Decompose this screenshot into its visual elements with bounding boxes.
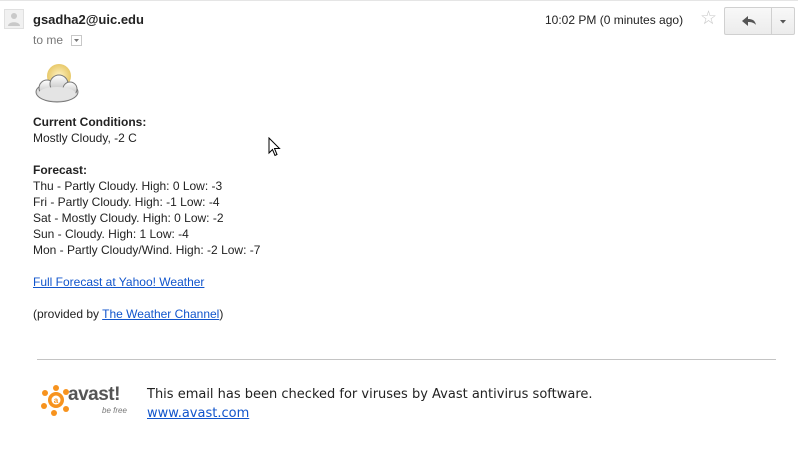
cloudy-weather-icon <box>35 64 79 103</box>
sender-name[interactable]: gsadha2@uic.edu <box>33 12 144 27</box>
forecast-line: Mon - Partly Cloudy/Wind. High: -2 Low: … <box>33 243 261 257</box>
recipient-label: to me <box>33 33 64 47</box>
current-conditions-heading: Current Conditions: <box>33 115 147 129</box>
reply-icon <box>742 16 756 26</box>
mouse-cursor <box>268 137 281 157</box>
email-timestamp: 10:02 PM (0 minutes ago) <box>545 13 684 27</box>
chevron-down-icon <box>74 39 79 42</box>
sender-avatar[interactable] <box>4 9 24 29</box>
svg-text:a: a <box>54 396 59 405</box>
more-options-button[interactable] <box>771 7 795 35</box>
star-icon[interactable]: ☆ <box>700 9 717 28</box>
avast-website-link[interactable]: www.avast.com <box>147 406 249 421</box>
reply-button[interactable] <box>724 7 772 35</box>
provided-suffix: ) <box>219 307 224 321</box>
recipient-details-dropdown[interactable] <box>71 35 82 46</box>
chevron-down-icon <box>780 20 786 24</box>
forecast-heading: Forecast: <box>33 163 88 177</box>
signature-divider <box>37 359 776 360</box>
weather-channel-link[interactable]: The Weather Channel <box>102 307 219 321</box>
forecast-line: Sat - Mostly Cloudy. High: 0 Low: -2 <box>33 211 224 225</box>
top-divider <box>0 0 798 1</box>
forecast-line: Sun - Cloudy. High: 1 Low: -4 <box>33 227 189 241</box>
current-conditions-value: Mostly Cloudy, -2 C <box>33 131 137 145</box>
person-icon <box>8 13 20 26</box>
antivirus-message: This email has been checked for viruses … <box>147 387 593 402</box>
avast-wordmark: avast! <box>68 384 120 405</box>
forecast-line: Thu - Partly Cloudy. High: 0 Low: -3 <box>33 179 223 193</box>
avast-tagline: be free <box>102 406 127 415</box>
provided-by-line: (provided by The Weather Channel) <box>33 307 223 321</box>
provided-prefix: (provided by <box>33 307 103 321</box>
full-forecast-link[interactable]: Full Forecast at Yahoo! Weather <box>33 275 204 289</box>
forecast-line: Fri - Partly Cloudy. High: -1 Low: -4 <box>33 195 220 209</box>
